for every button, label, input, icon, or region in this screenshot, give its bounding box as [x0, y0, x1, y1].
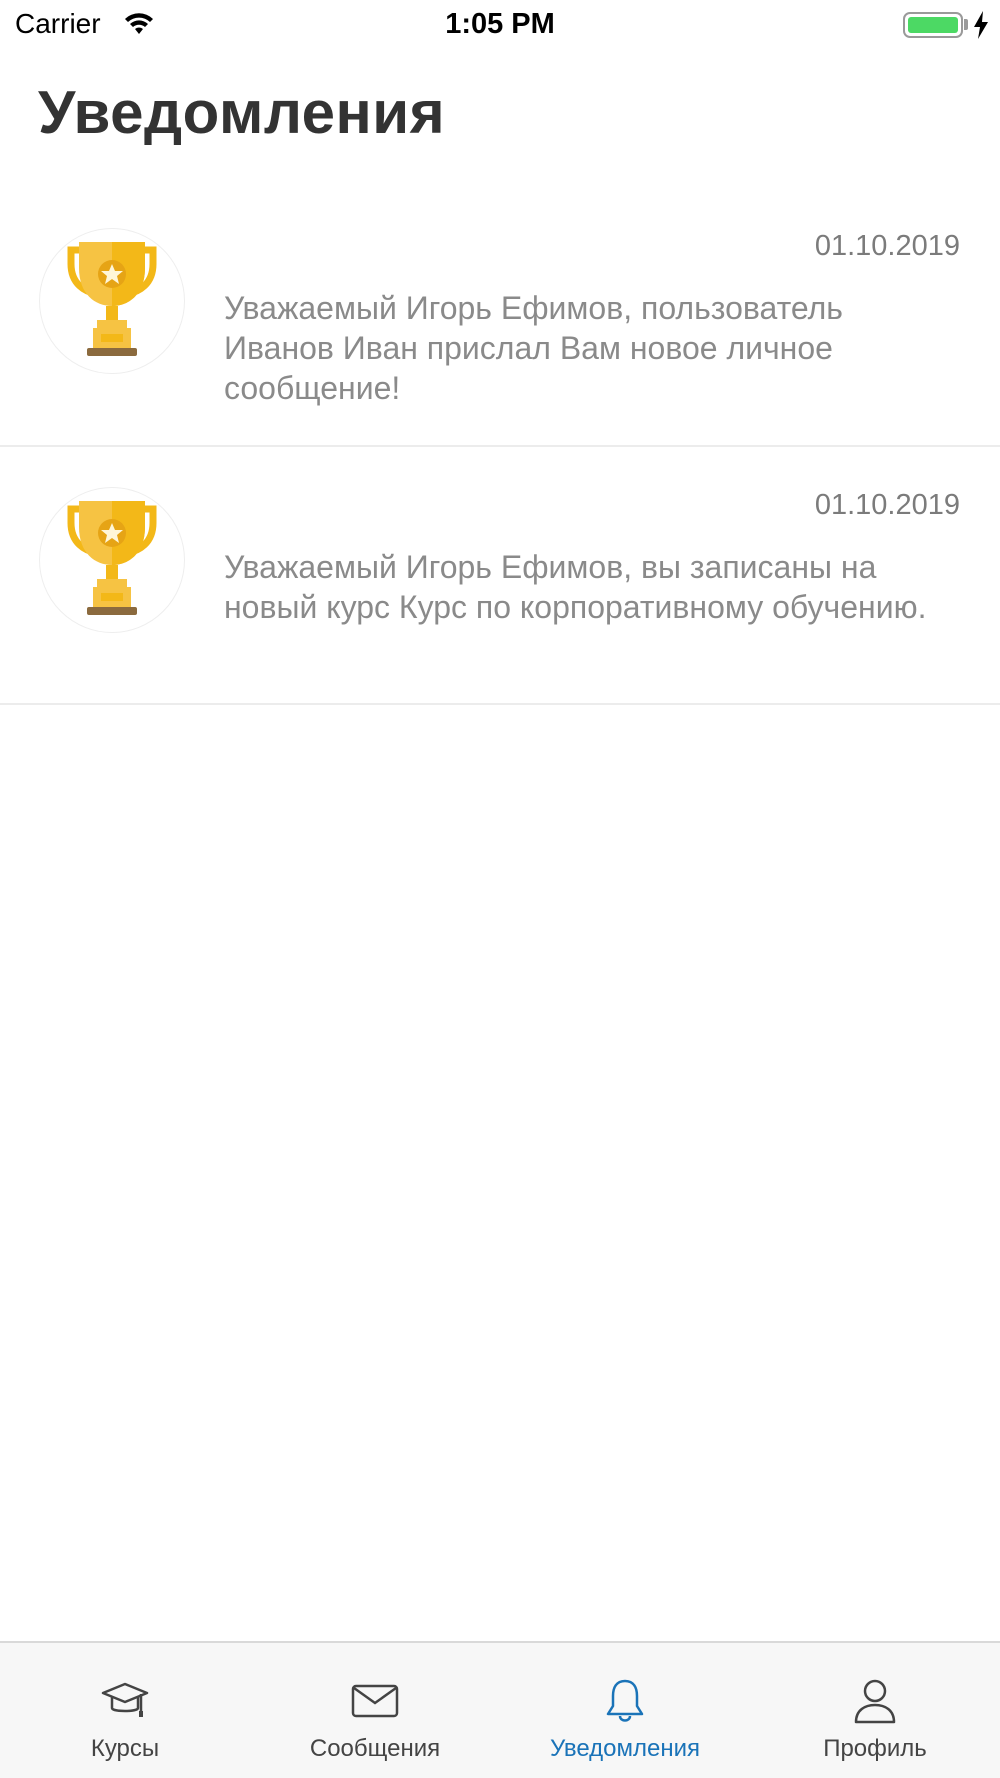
notification-date: 01.10.2019	[814, 230, 960, 262]
trophy-icon	[67, 501, 157, 615]
tab-label: Уведомления	[549, 1735, 701, 1762]
notification-avatar	[39, 487, 185, 633]
battery-cap	[964, 19, 968, 30]
bell-icon	[606, 1679, 644, 1722]
page-title: Уведомления	[38, 79, 446, 146]
graduation-cap-icon	[101, 1682, 149, 1717]
notification-item[interactable]: 01.10.2019 Уважаемый Игорь Ефимов, польз…	[0, 218, 1000, 447]
battery-icon	[903, 12, 963, 38]
notification-list: 01.10.2019 Уважаемый Игорь Ефимов, польз…	[0, 218, 1000, 705]
status-bar: Carrier 1:05 PM	[0, 0, 1000, 52]
notification-item[interactable]: 01.10.2019 Уважаемый Игорь Ефимов, вы за…	[0, 447, 1000, 705]
tab-label: Курсы	[90, 1735, 160, 1762]
tab-courses[interactable]: Курсы	[0, 1643, 250, 1778]
user-icon	[854, 1679, 896, 1724]
notification-text: Уважаемый Игорь Ефимов, вы записаны на н…	[224, 549, 927, 625]
tab-notifications[interactable]: Уведомления	[500, 1643, 750, 1778]
envelope-icon	[351, 1684, 399, 1718]
status-time: 1:05 PM	[445, 8, 555, 40]
tab-label: Профиль	[823, 1735, 927, 1762]
tab-messages[interactable]: Сообщения	[250, 1643, 500, 1778]
notification-date: 01.10.2019	[814, 489, 960, 521]
tab-bar: Курсы Сообщения Уведомления Профиль	[0, 1641, 1000, 1778]
notification-avatar	[39, 228, 185, 374]
tab-label: Сообщения	[309, 1735, 441, 1762]
notifications-screen: Carrier 1:05 PM Уведомления 01.10.2019 У…	[0, 0, 1000, 1778]
charging-bolt-icon	[974, 11, 988, 39]
tab-profile[interactable]: Профиль	[750, 1643, 1000, 1778]
trophy-icon	[67, 242, 157, 356]
notification-text: Уважаемый Игорь Ефимов, пользователь Ива…	[224, 290, 843, 406]
